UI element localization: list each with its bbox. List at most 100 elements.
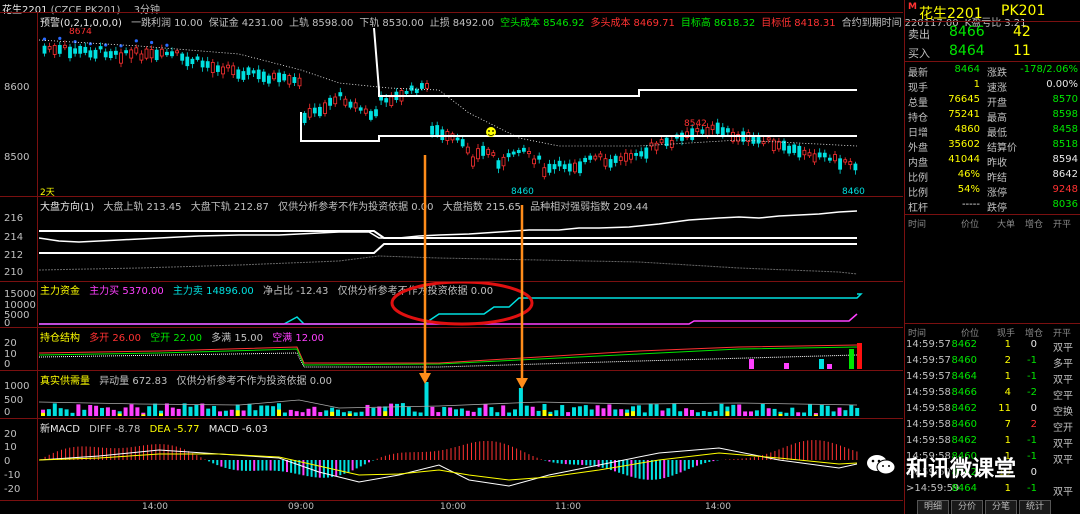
quote-cell: 1 — [973, 79, 980, 90]
quote-row: 现手 1 速涨 0.00% — [905, 78, 1080, 94]
tick-cell: 14:59:58 — [906, 403, 951, 414]
quote-cell: 开盘 — [987, 98, 1007, 109]
quote-name: 花生2201 — [919, 6, 983, 22]
tab-price[interactable]: 分价 — [951, 500, 983, 514]
buy-price: 8464 — [949, 43, 985, 59]
tick-cell: 2 — [1030, 419, 1037, 430]
tick-cell: 8464 — [951, 371, 977, 382]
quote-cell: 8598 — [1052, 109, 1078, 120]
tick-row[interactable]: 14:59:58 8462 11 0 空换 — [905, 402, 1080, 418]
tick-cell: 1 — [1004, 483, 1011, 494]
tick-cell: 11 — [998, 403, 1011, 414]
quote-cell: 持仓 — [908, 113, 928, 124]
tick-cell: 7 — [1004, 419, 1011, 430]
sell-row[interactable]: 卖出 8466 42 — [905, 23, 1080, 42]
time-label: 11:00 — [555, 502, 581, 512]
sell-volume: 42 — [1013, 24, 1031, 40]
tick-cell: 1 — [1004, 435, 1011, 446]
tick-cell: 14:59:57 — [906, 339, 951, 350]
buy-label: 买入 — [908, 47, 930, 60]
quote-cell: 日增 — [908, 128, 928, 139]
tick-cell: 双平 — [1053, 439, 1073, 450]
time-label: 09:00 — [288, 502, 314, 512]
quote-cell: 35602 — [948, 139, 980, 150]
quote-cell: 8458 — [1052, 124, 1078, 135]
tick-header: 时间 价位 现手 增仓 开平 — [905, 323, 1080, 339]
tick-cell: 空开 — [1053, 423, 1073, 434]
tick-cell: 8460 — [951, 355, 977, 366]
quote-cell: 内盘 — [908, 158, 928, 169]
tick-cell: -2 — [1027, 387, 1037, 398]
quote-cell: 8518 — [1052, 139, 1078, 150]
quote-cell: 结算价 — [987, 143, 1017, 154]
quote-cell: 76645 — [948, 94, 980, 105]
quote-row: 杠杆 ----- 跌停 8036 — [905, 198, 1080, 214]
quote-cell: 比例 — [908, 173, 928, 184]
chart-area[interactable]: 花生2201 (CZCE PK201) 3分钟 预警(0,2,1,0,0,0) … — [0, 0, 1026, 514]
tick-cell: 8462 — [951, 435, 977, 446]
time-label: 10:00 — [440, 502, 466, 512]
tick-cell: 双平 — [1053, 343, 1073, 354]
quote-cell: 8570 — [1052, 94, 1078, 105]
quote-cell: 9248 — [1052, 184, 1078, 195]
quote-cell: 最低 — [987, 128, 1007, 139]
tick-cell: 1 — [1004, 339, 1011, 350]
buy-row[interactable]: 买入 8464 11 — [905, 42, 1080, 62]
quote-row: 外盘 35602 结算价 8518 — [905, 138, 1080, 154]
quote-cell: 0.00% — [1046, 79, 1078, 90]
tab-tick[interactable]: 分笔 — [985, 500, 1017, 514]
col-header: 开平 — [1053, 220, 1072, 230]
time-axis: 14:00 09:00 10:00 11:00 14:00 — [0, 501, 903, 514]
quote-cell: 最高 — [987, 113, 1007, 124]
quote-cell: 涨跌 — [987, 68, 1007, 79]
tick-cell: 0 — [1030, 339, 1037, 350]
tick-cell: 双平 — [1053, 375, 1073, 386]
tick-cell: -1 — [1027, 355, 1037, 366]
tick-cell: 双平 — [1053, 455, 1073, 466]
tick-cell: 2 — [1004, 355, 1011, 366]
tick-cell: 8462 — [951, 339, 977, 350]
tick-row[interactable]: 14:59:57 8460 2 -1 多平 — [905, 354, 1080, 370]
tick-row[interactable]: 14:59:57 8462 1 0 双平 — [905, 338, 1080, 354]
quote-row: 最新 8464 涨跌 -178/2.06% — [905, 63, 1080, 79]
quote-cell: 75241 — [948, 109, 980, 120]
tick-cell: -1 — [1027, 371, 1037, 382]
tick-cell: -1 — [1027, 451, 1037, 462]
tick-cell: 多平 — [1053, 359, 1073, 370]
quote-cell: 41044 — [948, 154, 980, 165]
quote-cell: 8464 — [954, 64, 980, 75]
tick-cell: 1 — [1004, 371, 1011, 382]
tick-row[interactable]: 14:59:58 8460 7 2 空开 — [905, 418, 1080, 434]
quote-cell: ----- — [961, 199, 980, 210]
col-header: 时间 — [908, 220, 927, 230]
quote-cell: 总量 — [908, 98, 928, 109]
tick-cell: 14:59:57 — [906, 371, 951, 382]
watermark-text: 和讯微课堂 — [906, 457, 1017, 482]
quote-cell: 比例 — [908, 188, 928, 199]
quote-cell: 涨停 — [987, 188, 1007, 199]
tab-stats[interactable]: 统计 — [1019, 500, 1051, 514]
quote-row: 内盘 41044 昨收 8594 — [905, 153, 1080, 169]
tick-cell: 8460 — [951, 419, 977, 430]
quote-row: 比例 46% 昨结 8642 — [905, 168, 1080, 184]
tick-row[interactable]: >14:59:59 8464 1 -1 双平 — [905, 482, 1080, 498]
tick-row[interactable]: 14:59:58 8462 1 -1 双平 — [905, 434, 1080, 450]
tick-row[interactable]: 14:59:57 8464 1 -1 双平 — [905, 370, 1080, 386]
tick-cell: 0 — [1030, 467, 1037, 478]
quote-cell: 8036 — [1052, 199, 1078, 210]
tick-cell: 空换 — [1053, 407, 1073, 418]
quote-cell: 外盘 — [908, 143, 928, 154]
quote-cell: -178/2.06% — [1020, 64, 1078, 75]
sell-label: 卖出 — [908, 28, 930, 41]
quote-code: PK201 — [1001, 3, 1046, 19]
tab-detail[interactable]: 明细 — [917, 500, 949, 514]
sell-price: 8466 — [949, 24, 985, 40]
col-header: 价位 — [961, 220, 980, 230]
tick-cell: 空平 — [1053, 391, 1073, 402]
quote-cell: 54% — [957, 184, 980, 195]
quote-row: 日增 4860 最低 8458 — [905, 123, 1080, 139]
tick-cell: 14:59:58 — [906, 435, 951, 446]
tick-cell: 14:59:58 — [906, 387, 951, 398]
tick-row[interactable]: 14:59:58 8466 4 -2 空平 — [905, 386, 1080, 402]
tick-cell: 8462 — [951, 403, 977, 414]
